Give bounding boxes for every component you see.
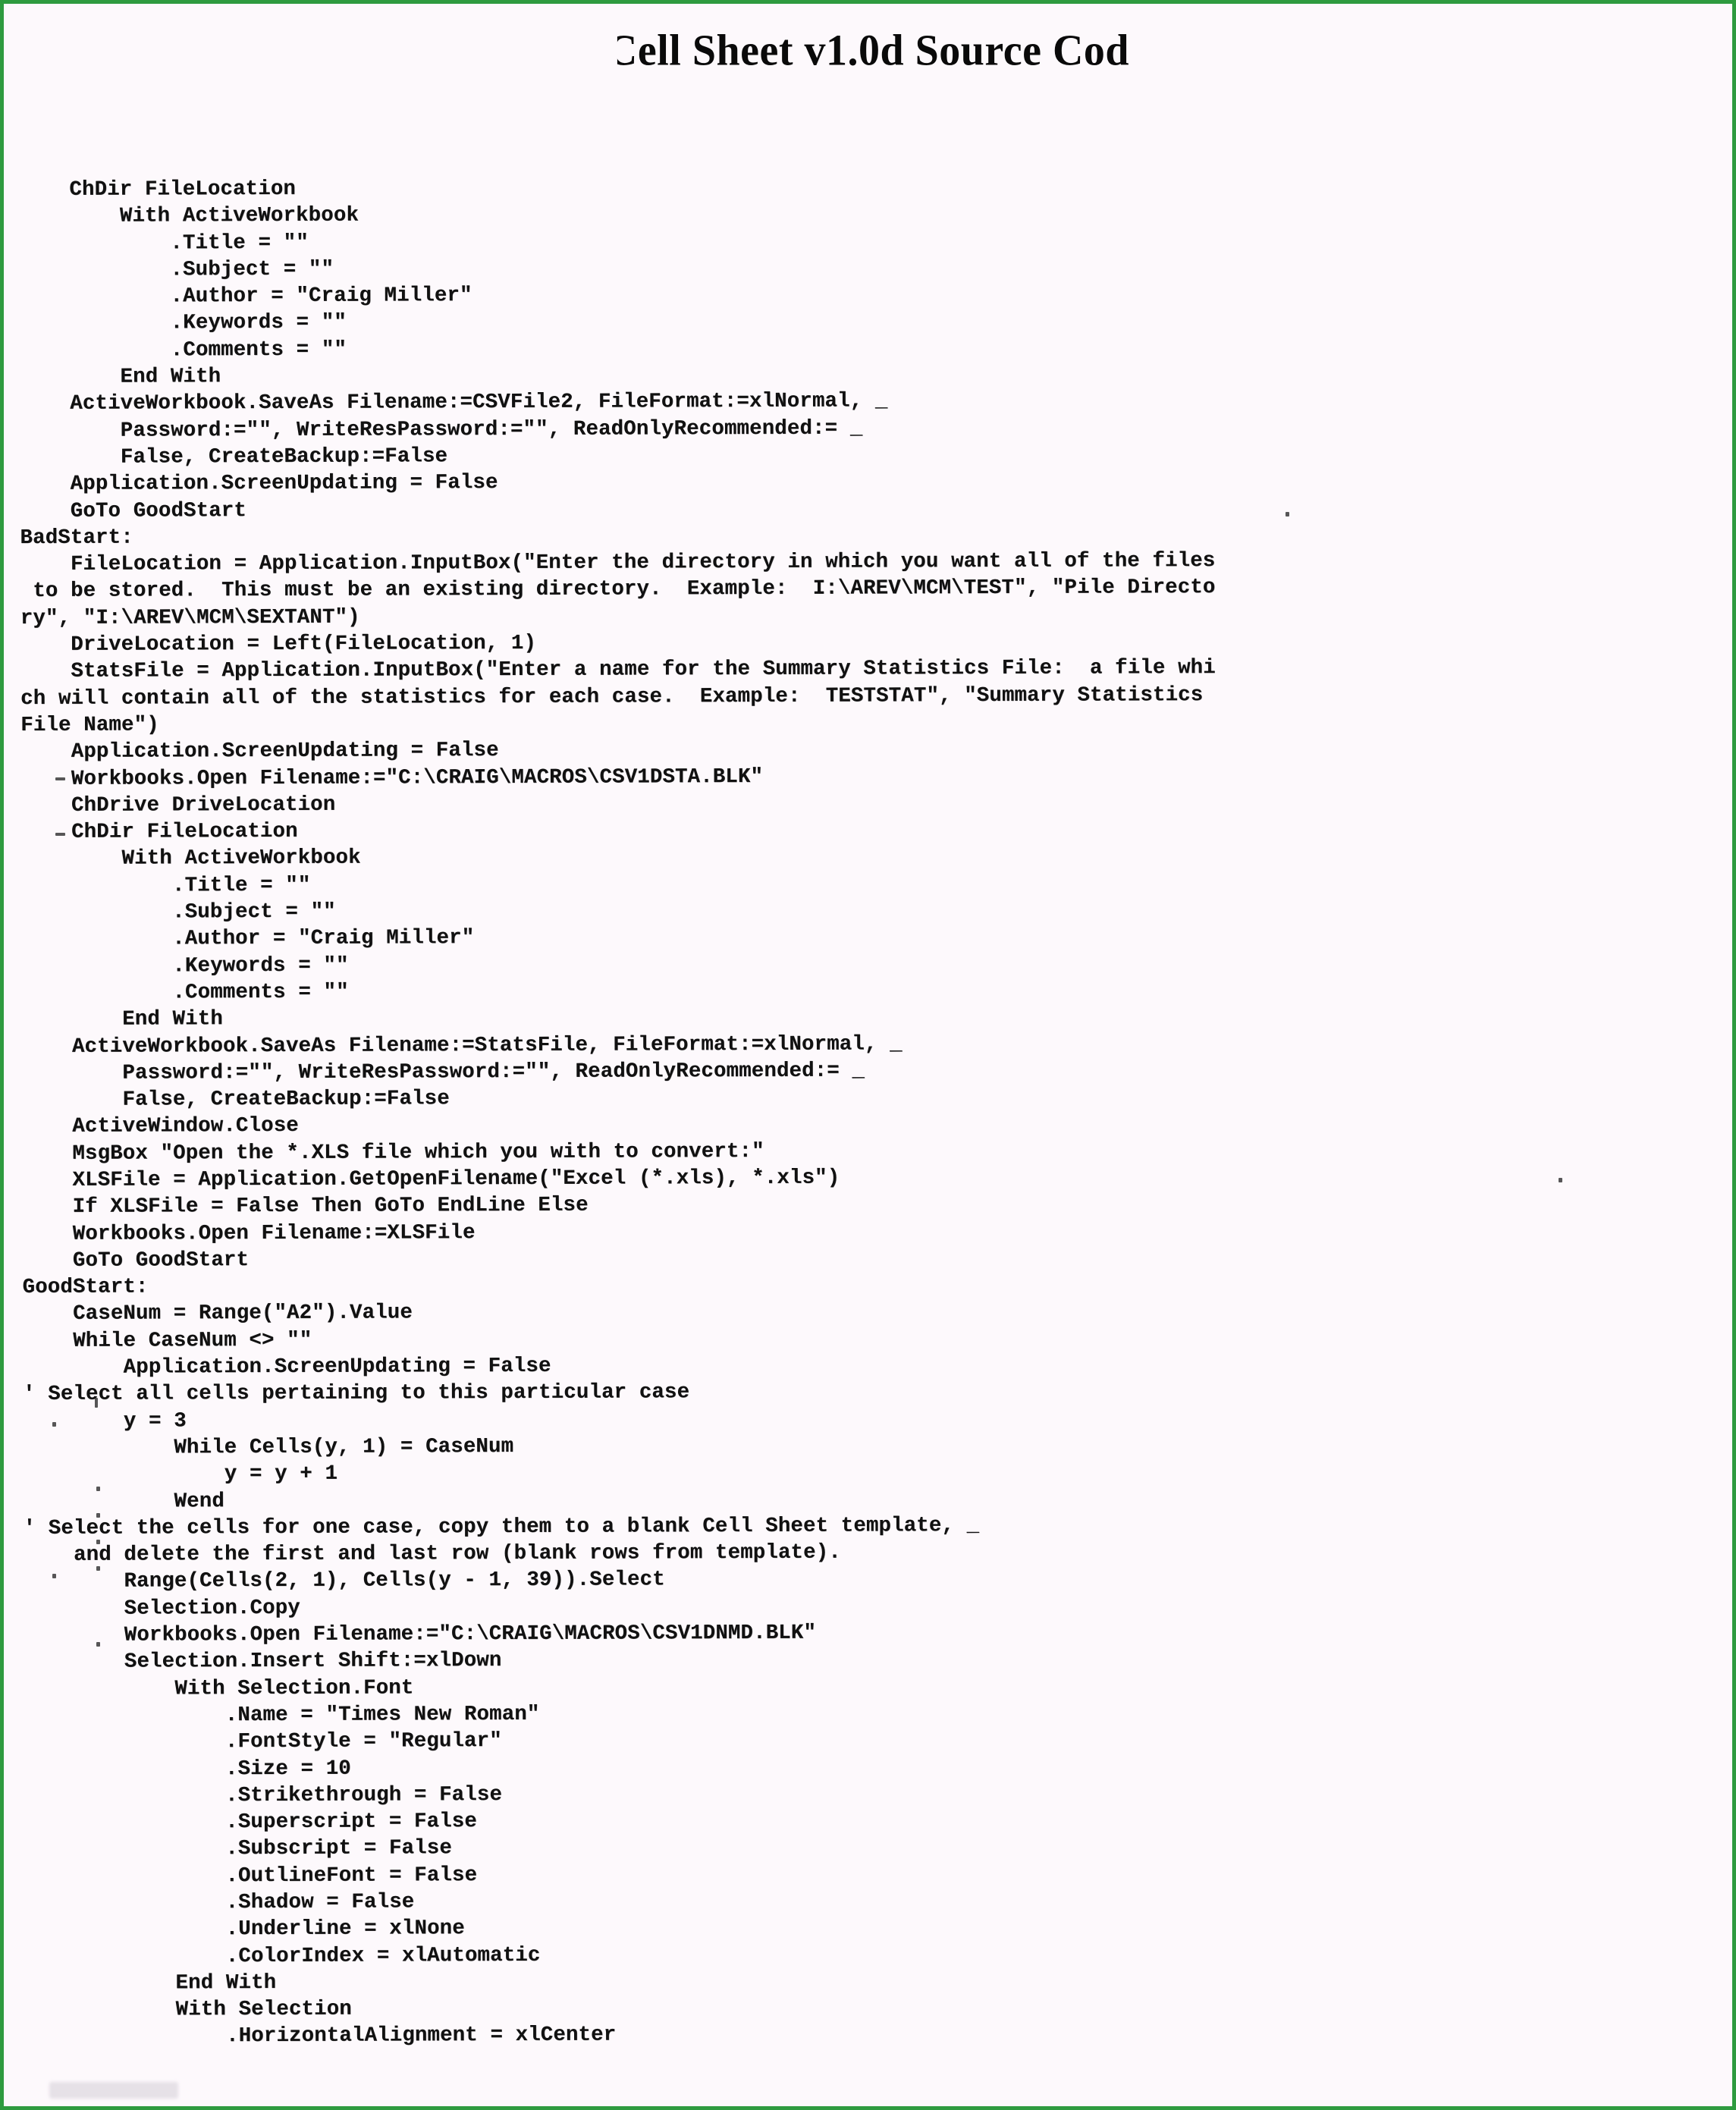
scan-speck-0 xyxy=(55,777,65,780)
document-header: Cell Sheet v1.0d Source Cod xyxy=(4,27,1732,79)
source-code-listing: ChDir FileLocation With ActiveWorkbook .… xyxy=(19,177,1216,2049)
title-clip: Cell Sheet v1.0d Source Cod xyxy=(606,27,1130,75)
scan-speck-8 xyxy=(52,1574,56,1578)
scan-speck-9 xyxy=(96,1642,100,1647)
scan-speck-1 xyxy=(55,833,65,836)
scan-smudge xyxy=(49,2082,178,2099)
scan-speck-10 xyxy=(1559,1178,1562,1182)
scan-speck-4 xyxy=(96,1487,100,1491)
scanned-page: Cell Sheet v1.0d Source Cod ChDir FileLo… xyxy=(0,0,1736,2110)
page-title: Cell Sheet v1.0d Source Cod xyxy=(606,27,1130,75)
scan-speck-3 xyxy=(52,1422,56,1427)
scan-speck-5 xyxy=(96,1513,100,1518)
scan-speck-6 xyxy=(96,1540,100,1544)
scan-speck-11 xyxy=(1286,512,1289,517)
source-code-region: ChDir FileLocation With ActiveWorkbook .… xyxy=(19,177,1717,2051)
scan-speck-7 xyxy=(96,1566,100,1571)
scan-speck-2 xyxy=(95,1398,98,1408)
